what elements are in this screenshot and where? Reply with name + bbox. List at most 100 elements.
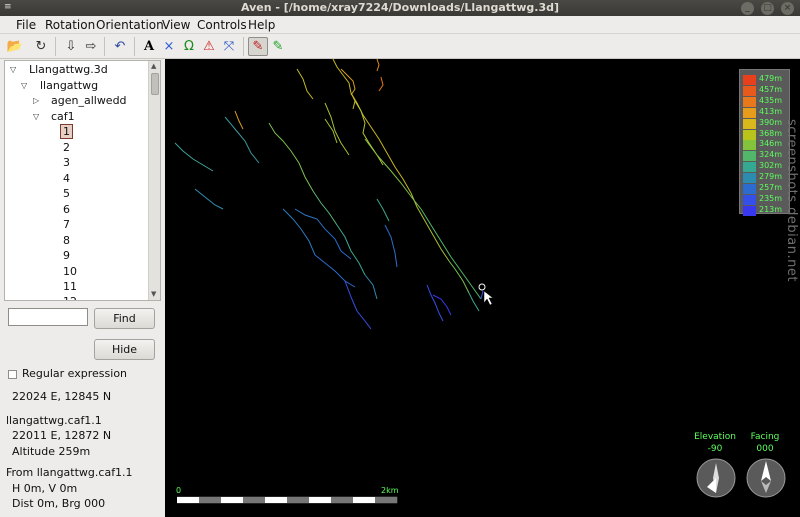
legend-swatch bbox=[743, 85, 756, 96]
reload-icon[interactable]: ↻ bbox=[31, 37, 51, 56]
expand-triangle-icon[interactable]: ▽ bbox=[21, 81, 27, 90]
close-button[interactable]: × bbox=[781, 2, 794, 15]
scroll-up-icon[interactable]: ▲ bbox=[151, 62, 156, 70]
toolbar: 📂 ↻ ⇩ ⇨ ↶ A × Ω ⚠ ⤧ ✎ ✎ bbox=[0, 34, 800, 59]
cursor-coordinates: 22024 E, 12845 N bbox=[12, 390, 112, 403]
cross-icon[interactable]: × bbox=[159, 37, 179, 56]
menu-controls[interactable]: Controls bbox=[197, 18, 247, 32]
station-coordinates: 22011 E, 12872 N bbox=[12, 429, 112, 442]
legend-swatch bbox=[743, 129, 756, 140]
menu-rotation[interactable]: Rotation bbox=[45, 18, 95, 32]
legend-row: 435m bbox=[743, 96, 789, 107]
tree-scrollbar[interactable]: ▲ ▼ bbox=[148, 61, 160, 300]
scroll-down-icon[interactable]: ▼ bbox=[151, 290, 156, 298]
scale-end-label: 2km bbox=[381, 486, 399, 495]
station-item[interactable]: 10 bbox=[63, 265, 77, 278]
title-bar: ≡ Aven - [/home/xray7224/Downloads/Llang… bbox=[0, 0, 800, 16]
station-item[interactable]: 4 bbox=[63, 172, 70, 185]
menu-orientation[interactable]: Orientation bbox=[96, 18, 164, 32]
elevation-value: -90 bbox=[707, 444, 723, 454]
measure-from: From llangattwg.caf1.1 bbox=[6, 466, 133, 479]
station-item[interactable]: 2 bbox=[63, 141, 70, 154]
station-item[interactable]: 9 bbox=[63, 249, 70, 262]
scrollbar-thumb[interactable] bbox=[151, 73, 159, 95]
menu-bar: File Rotation Orientation View Controls … bbox=[0, 16, 800, 34]
legend-swatch bbox=[743, 75, 756, 85]
tree-item-caf1[interactable]: caf1 bbox=[51, 110, 75, 123]
legend-label: 479m bbox=[759, 74, 783, 83]
red-pen-icon[interactable]: ✎ bbox=[248, 37, 268, 56]
toolbar-separator bbox=[104, 37, 105, 56]
legend-label: 257m bbox=[759, 183, 783, 192]
station-altitude: Altitude 259m bbox=[12, 445, 91, 458]
green-pen-icon[interactable]: ✎ bbox=[268, 37, 288, 56]
find-input[interactable] bbox=[8, 308, 88, 326]
move-right-icon[interactable]: ⇨ bbox=[81, 37, 101, 56]
facing-value: 000 bbox=[756, 444, 774, 454]
station-item[interactable]: 11 bbox=[63, 280, 77, 293]
collapsed-triangle-icon[interactable]: ▷ bbox=[33, 96, 39, 105]
legend-swatch bbox=[743, 107, 756, 118]
legend-swatch bbox=[743, 151, 756, 162]
station-icon[interactable]: ⤧ bbox=[219, 37, 239, 56]
legend-swatch bbox=[743, 118, 756, 129]
open-icon[interactable]: 📂 bbox=[5, 37, 25, 56]
legend-label: 324m bbox=[759, 150, 783, 160]
station-item[interactable]: 8 bbox=[63, 234, 70, 247]
toolbar-separator bbox=[55, 37, 56, 56]
elevation-clino-icon[interactable] bbox=[695, 457, 737, 499]
legend-swatch bbox=[743, 194, 756, 205]
legend-swatch bbox=[743, 96, 756, 107]
watermark: screenshots.debian.net bbox=[784, 119, 799, 282]
expand-triangle-icon[interactable]: ▽ bbox=[10, 65, 16, 74]
scale-start-label: 0 bbox=[176, 486, 182, 495]
station-name: llangattwg.caf1.1 bbox=[6, 414, 102, 427]
facing-label: Facing bbox=[750, 432, 780, 442]
window-title: Aven - [/home/xray7224/Downloads/Llangat… bbox=[240, 1, 560, 14]
menu-file[interactable]: File bbox=[16, 18, 36, 32]
legend-label: 390m bbox=[759, 117, 783, 127]
legend-label: 435m bbox=[759, 95, 783, 105]
survey-tree[interactable]: ▽ Llangattwg.3d ▽ llangattwg ▷ agen_allw… bbox=[4, 60, 161, 301]
menu-view[interactable]: View bbox=[162, 18, 190, 32]
legend-row: 413m bbox=[743, 107, 789, 118]
omega-icon[interactable]: Ω bbox=[179, 37, 199, 56]
survey-canvas[interactable]: 479m 457m 435m 413m 390m 368m 346m 324m 302m 279m… bbox=[165, 59, 800, 517]
station-item[interactable]: 7 bbox=[63, 218, 70, 231]
legend-label: 413m bbox=[759, 106, 783, 116]
tree-survey[interactable]: llangattwg bbox=[40, 79, 98, 92]
toolbar-separator bbox=[243, 37, 244, 56]
station-item[interactable]: 12 bbox=[63, 295, 77, 300]
move-down-icon[interactable]: ⇩ bbox=[61, 37, 81, 56]
measure-dist: Dist 0m, Brg 000 bbox=[12, 497, 106, 510]
legend-label: 279m bbox=[759, 172, 783, 182]
legend-swatch bbox=[743, 205, 756, 216]
undo-icon[interactable]: ↶ bbox=[110, 37, 130, 56]
station-item[interactable]: 1 bbox=[60, 124, 73, 139]
minimize-button[interactable]: _ bbox=[741, 2, 754, 15]
station-item[interactable]: 6 bbox=[63, 203, 70, 216]
legend-label: 302m bbox=[759, 161, 783, 171]
legend-swatch bbox=[743, 162, 756, 173]
legend-label: 368m bbox=[759, 128, 783, 138]
regex-checkbox[interactable] bbox=[8, 370, 17, 379]
compass-icon[interactable] bbox=[745, 457, 787, 499]
station-item[interactable]: 5 bbox=[63, 187, 70, 200]
tree-root[interactable]: Llangattwg.3d bbox=[29, 63, 108, 76]
measure-hv: H 0m, V 0m bbox=[12, 482, 78, 495]
expand-triangle-icon[interactable]: ▽ bbox=[33, 112, 39, 121]
station-item[interactable]: 3 bbox=[63, 156, 70, 169]
left-panel: ▽ Llangattwg.3d ▽ llangattwg ▷ agen_allw… bbox=[0, 59, 165, 517]
find-button[interactable]: Find bbox=[94, 308, 155, 329]
hide-button[interactable]: Hide bbox=[94, 339, 155, 360]
triangle-icon[interactable]: ⚠ bbox=[199, 37, 219, 56]
legend-swatch bbox=[743, 173, 756, 184]
toolbar-separator bbox=[134, 37, 135, 56]
regex-label: Regular expression bbox=[22, 367, 128, 380]
legend-swatch bbox=[743, 140, 756, 151]
maximize-button[interactable]: □ bbox=[761, 2, 774, 15]
tree-item-agen-allwedd[interactable]: agen_allwedd bbox=[51, 94, 127, 107]
legend-label: 235m bbox=[759, 193, 783, 203]
menu-help[interactable]: Help bbox=[248, 18, 275, 32]
text-icon[interactable]: A bbox=[139, 37, 159, 56]
